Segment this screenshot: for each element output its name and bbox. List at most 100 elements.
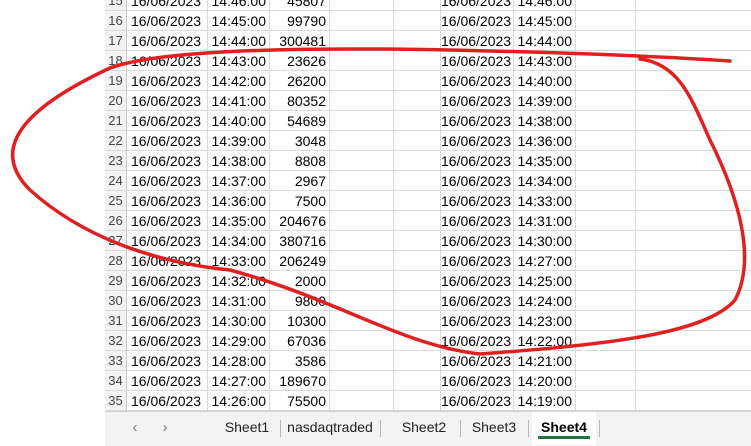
- row-header[interactable]: 33: [105, 351, 127, 371]
- row-header[interactable]: 24: [105, 171, 127, 191]
- volume-cell[interactable]: 99790: [270, 11, 330, 31]
- tab-sheet1[interactable]: Sheet1: [217, 412, 277, 445]
- volume-cell[interactable]: 8808: [270, 151, 330, 171]
- date2-cell[interactable]: 16/06/2023: [441, 391, 514, 411]
- empty-cell[interactable]: [330, 251, 394, 271]
- row-header[interactable]: 26: [105, 211, 127, 231]
- time-cell[interactable]: 14:34:00: [208, 231, 270, 251]
- time2-cell[interactable]: 14:43:00: [514, 51, 576, 71]
- time-cell[interactable]: 14:46:00: [208, 0, 270, 11]
- time2-cell[interactable]: 14:36:00: [514, 131, 576, 151]
- date-cell[interactable]: 16/06/2023: [127, 131, 208, 151]
- time2-cell[interactable]: 14:39:00: [514, 91, 576, 111]
- empty-cell[interactable]: [576, 371, 636, 391]
- time-cell[interactable]: 14:27:00: [208, 371, 270, 391]
- time2-cell[interactable]: 14:35:00: [514, 151, 576, 171]
- empty-cell[interactable]: [636, 191, 751, 211]
- tab-sheet3[interactable]: Sheet3: [464, 412, 524, 445]
- empty-cell[interactable]: [330, 11, 394, 31]
- empty-cell[interactable]: [576, 351, 636, 371]
- date2-cell[interactable]: 16/06/2023: [441, 291, 514, 311]
- empty-cell[interactable]: [576, 391, 636, 411]
- date-cell[interactable]: 16/06/2023: [127, 231, 208, 251]
- empty-cell[interactable]: [330, 271, 394, 291]
- empty-cell[interactable]: [330, 231, 394, 251]
- time-cell[interactable]: 14:43:00: [208, 51, 270, 71]
- date2-cell[interactable]: 16/06/2023: [441, 71, 514, 91]
- row-header[interactable]: 34: [105, 371, 127, 391]
- empty-cell[interactable]: [636, 71, 751, 91]
- time2-cell[interactable]: 14:30:00: [514, 231, 576, 251]
- row-header[interactable]: 30: [105, 291, 127, 311]
- time2-cell[interactable]: 14:34:00: [514, 171, 576, 191]
- tab-nasdaqtraded[interactable]: nasdaqtraded: [283, 412, 377, 445]
- time2-cell[interactable]: 14:22:00: [514, 331, 576, 351]
- volume-cell[interactable]: 26200: [270, 71, 330, 91]
- time2-cell[interactable]: 14:46:00: [514, 0, 576, 11]
- row-header[interactable]: 27: [105, 231, 127, 251]
- empty-cell[interactable]: [576, 291, 636, 311]
- date-cell[interactable]: 16/06/2023: [127, 31, 208, 51]
- time2-cell[interactable]: 14:38:00: [514, 111, 576, 131]
- volume-cell[interactable]: 206249: [270, 251, 330, 271]
- empty-cell[interactable]: [576, 71, 636, 91]
- date2-cell[interactable]: 16/06/2023: [441, 151, 514, 171]
- empty-cell[interactable]: [330, 331, 394, 351]
- time-cell[interactable]: 14:38:00: [208, 151, 270, 171]
- empty-cell[interactable]: [636, 391, 751, 411]
- date2-cell[interactable]: 16/06/2023: [441, 371, 514, 391]
- volume-cell[interactable]: 45807: [270, 0, 330, 11]
- date2-cell[interactable]: 16/06/2023: [441, 211, 514, 231]
- empty-cell[interactable]: [330, 191, 394, 211]
- date-cell[interactable]: 16/06/2023: [127, 51, 208, 71]
- empty-cell[interactable]: [636, 291, 751, 311]
- empty-cell[interactable]: [330, 371, 394, 391]
- date-cell[interactable]: 16/06/2023: [127, 311, 208, 331]
- empty-cell[interactable]: [636, 91, 751, 111]
- time-cell[interactable]: 14:37:00: [208, 171, 270, 191]
- empty-cell[interactable]: [394, 11, 441, 31]
- empty-cell[interactable]: [394, 251, 441, 271]
- row-header[interactable]: 16: [105, 11, 127, 31]
- empty-cell[interactable]: [394, 391, 441, 411]
- date-cell[interactable]: 16/06/2023: [127, 271, 208, 291]
- empty-cell[interactable]: [576, 11, 636, 31]
- empty-cell[interactable]: [576, 251, 636, 271]
- empty-cell[interactable]: [636, 311, 751, 331]
- row-header[interactable]: 22: [105, 131, 127, 151]
- empty-cell[interactable]: [576, 191, 636, 211]
- empty-cell[interactable]: [636, 331, 751, 351]
- empty-cell[interactable]: [330, 171, 394, 191]
- empty-cell[interactable]: [636, 131, 751, 151]
- date2-cell[interactable]: 16/06/2023: [441, 351, 514, 371]
- empty-cell[interactable]: [394, 331, 441, 351]
- empty-cell[interactable]: [576, 51, 636, 71]
- empty-cell[interactable]: [394, 71, 441, 91]
- empty-cell[interactable]: [636, 371, 751, 391]
- date2-cell[interactable]: 16/06/2023: [441, 231, 514, 251]
- empty-cell[interactable]: [394, 191, 441, 211]
- date2-cell[interactable]: 16/06/2023: [441, 171, 514, 191]
- empty-cell[interactable]: [636, 11, 751, 31]
- date-cell[interactable]: 16/06/2023: [127, 191, 208, 211]
- empty-cell[interactable]: [394, 211, 441, 231]
- date-cell[interactable]: 16/06/2023: [127, 111, 208, 131]
- time2-cell[interactable]: 14:40:00: [514, 71, 576, 91]
- empty-cell[interactable]: [330, 111, 394, 131]
- volume-cell[interactable]: 23626: [270, 51, 330, 71]
- time-cell[interactable]: 14:30:00: [208, 311, 270, 331]
- date-cell[interactable]: 16/06/2023: [127, 71, 208, 91]
- empty-cell[interactable]: [330, 91, 394, 111]
- empty-cell[interactable]: [576, 231, 636, 251]
- time-cell[interactable]: 14:31:00: [208, 291, 270, 311]
- empty-cell[interactable]: [394, 131, 441, 151]
- volume-cell[interactable]: 2000: [270, 271, 330, 291]
- date2-cell[interactable]: 16/06/2023: [441, 91, 514, 111]
- empty-cell[interactable]: [394, 151, 441, 171]
- volume-cell[interactable]: 189670: [270, 371, 330, 391]
- empty-cell[interactable]: [636, 251, 751, 271]
- empty-cell[interactable]: [330, 71, 394, 91]
- date-cell[interactable]: 16/06/2023: [127, 151, 208, 171]
- empty-cell[interactable]: [394, 171, 441, 191]
- time-cell[interactable]: 14:36:00: [208, 191, 270, 211]
